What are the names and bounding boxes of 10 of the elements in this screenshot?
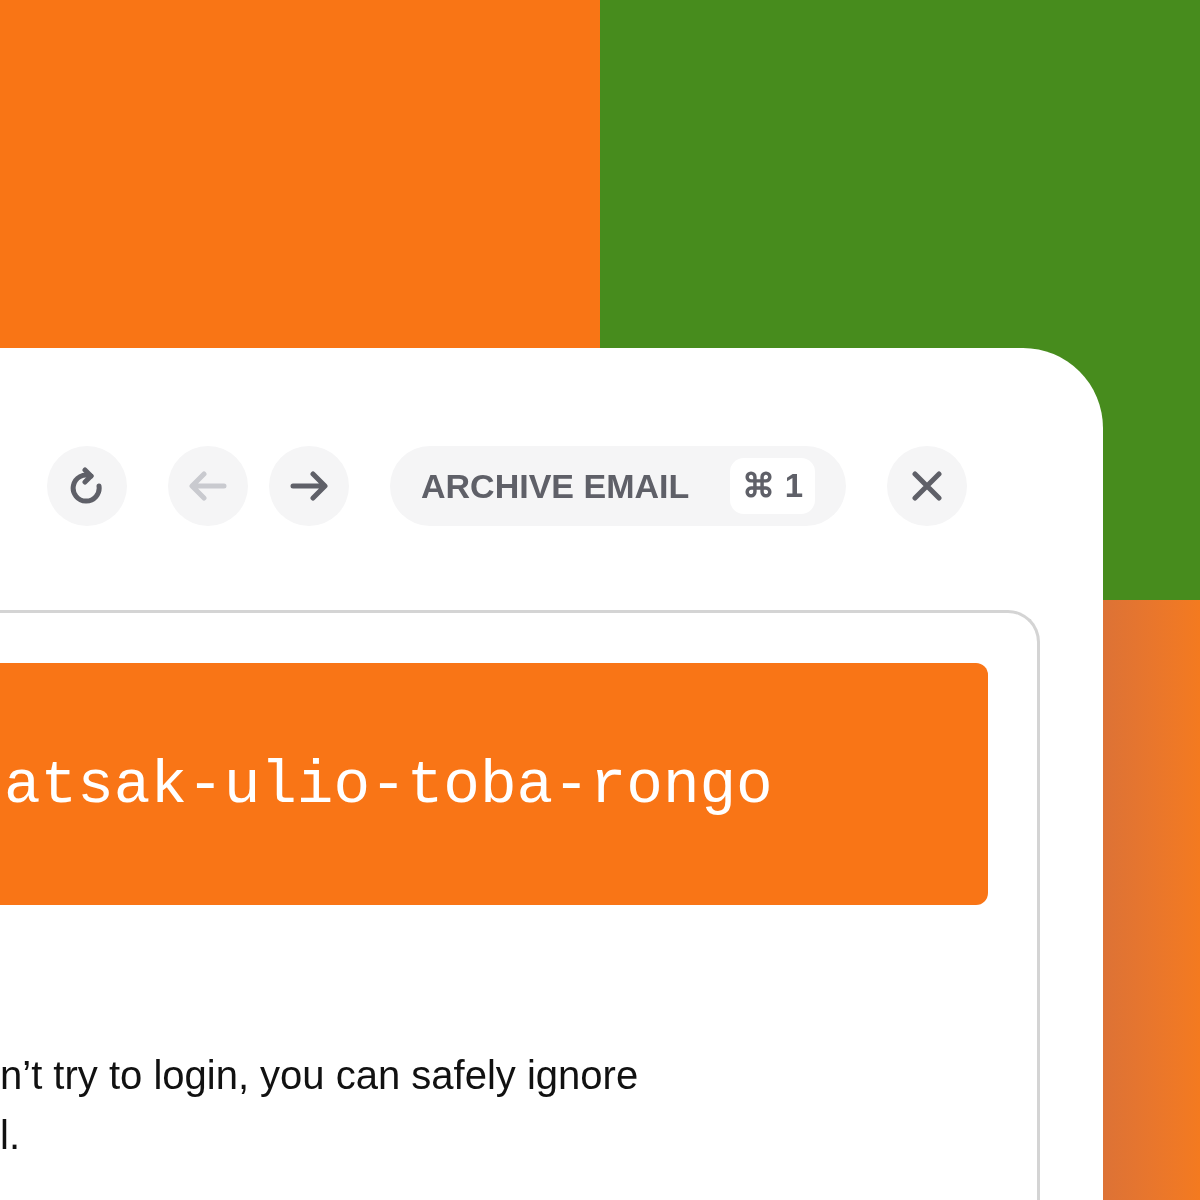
login-code: atsak-ulio-toba-rongo — [3, 750, 773, 823]
archive-email-button[interactable]: ARCHIVE EMAIL ⌘ 1 — [390, 446, 846, 526]
forward-arrow-icon — [290, 471, 328, 501]
email-text-line: n’t try to login, you can safely ignore — [0, 1052, 639, 1099]
back-arrow-icon — [189, 471, 227, 501]
refresh-icon — [70, 467, 104, 505]
archive-email-label: ARCHIVE EMAIL — [421, 465, 690, 507]
email-text-line: l. — [0, 1112, 20, 1159]
shortcut-key: ⌘ 1 — [730, 458, 815, 514]
close-icon — [912, 471, 942, 501]
